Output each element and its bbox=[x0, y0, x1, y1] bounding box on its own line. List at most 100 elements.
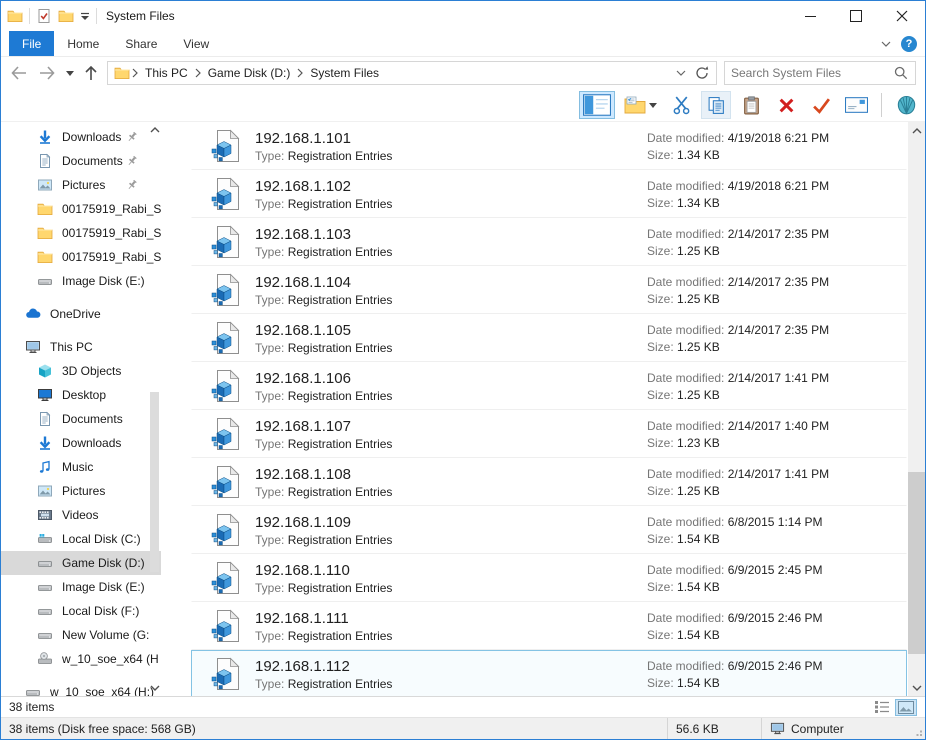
file-row-192-168-1-103[interactable]: 192.168.1.103 Type: Registration Entries… bbox=[191, 218, 907, 266]
close-button[interactable] bbox=[879, 1, 925, 31]
file-row-192-168-1-105[interactable]: 192.168.1.105 Type: Registration Entries… bbox=[191, 314, 907, 362]
back-icon[interactable] bbox=[10, 66, 28, 80]
thumbnails-view-button[interactable] bbox=[895, 699, 917, 716]
pin-icon bbox=[125, 130, 139, 144]
toolbar-separator bbox=[881, 93, 882, 117]
address-dropdown-chevron-icon[interactable] bbox=[676, 70, 686, 76]
forward-icon[interactable] bbox=[38, 66, 56, 80]
help-button[interactable]: ? bbox=[901, 36, 917, 52]
sidebar-item-3d-objects[interactable]: 3D Objects bbox=[1, 359, 161, 383]
sidebar-item-downloads[interactable]: Downloads bbox=[1, 431, 161, 455]
scroll-down-arrow-icon[interactable] bbox=[149, 682, 160, 694]
file-row-192-168-1-108[interactable]: 192.168.1.108 Type: Registration Entries… bbox=[191, 458, 907, 506]
tab-view[interactable]: View bbox=[170, 31, 222, 56]
size-label: Size: bbox=[647, 532, 674, 546]
sidebar-item-videos[interactable]: Videos bbox=[1, 503, 161, 527]
sidebar-item-w-10-soe-x64-h[interactable]: w_10_soe_x64 (H bbox=[1, 647, 161, 671]
tab-file[interactable]: File bbox=[9, 31, 54, 56]
file-row-192-168-1-111[interactable]: 192.168.1.111 Type: Registration Entries… bbox=[191, 602, 907, 650]
tab-share[interactable]: Share bbox=[112, 31, 170, 56]
new-folder-button[interactable] bbox=[620, 91, 661, 119]
customize-qat-caret-icon[interactable] bbox=[80, 12, 90, 21]
date-label: Date modified: bbox=[647, 419, 724, 433]
scroll-up-arrow-icon[interactable] bbox=[149, 124, 160, 136]
dropdown-caret-icon[interactable] bbox=[649, 103, 657, 108]
recent-locations-caret-icon[interactable] bbox=[66, 71, 74, 76]
size-label: Size: bbox=[647, 244, 674, 258]
sidebar-item-pictures[interactable]: Pictures bbox=[1, 173, 161, 197]
address-breadcrumb-bar[interactable]: This PC Game Disk (D:) System Files bbox=[107, 61, 717, 85]
sidebar-item-00175919-rabi-s[interactable]: 00175919_Rabi_S bbox=[1, 245, 161, 269]
sidebar-scrollbar[interactable] bbox=[149, 122, 160, 696]
sidebar-item-documents[interactable]: Documents bbox=[1, 149, 161, 173]
file-date: 2/14/2017 1:41 PM bbox=[728, 371, 829, 385]
file-row-192-168-1-107[interactable]: 192.168.1.107 Type: Registration Entries… bbox=[191, 410, 907, 458]
type-label: Type: bbox=[255, 389, 284, 403]
sidebar-item-pictures[interactable]: Pictures bbox=[1, 479, 161, 503]
check-button[interactable] bbox=[806, 91, 836, 119]
paste-button[interactable] bbox=[736, 91, 766, 119]
file-list: 192.168.1.101 Type: Registration Entries… bbox=[161, 122, 925, 696]
title-bar[interactable]: System Files bbox=[1, 1, 925, 31]
classic-shell-button[interactable] bbox=[891, 91, 921, 119]
sidebar-item-local-disk-c[interactable]: Local Disk (C:) bbox=[1, 527, 161, 551]
details-view-button[interactable] bbox=[871, 699, 893, 716]
copy-button[interactable] bbox=[701, 91, 731, 119]
expand-ribbon-chevron-icon[interactable] bbox=[881, 41, 891, 47]
file-size: 1.25 KB bbox=[677, 484, 720, 498]
sidebar-item-music[interactable]: Music bbox=[1, 455, 161, 479]
navigation-pane-button[interactable] bbox=[579, 91, 615, 119]
sidebar-item-image-disk-e[interactable]: Image Disk (E:) bbox=[1, 269, 161, 293]
new-folder-icon[interactable] bbox=[58, 8, 74, 24]
sidebar-item-w-10-soe-x64-h[interactable]: w_10_soe_x64 (H:) bbox=[1, 680, 161, 696]
cut-button[interactable] bbox=[666, 91, 696, 119]
minimize-button[interactable] bbox=[787, 1, 833, 31]
file-date: 2/14/2017 2:35 PM bbox=[728, 227, 829, 241]
file-row-192-168-1-106[interactable]: 192.168.1.106 Type: Registration Entries… bbox=[191, 362, 907, 410]
sidebar-item-onedrive[interactable]: OneDrive bbox=[1, 302, 161, 326]
properties-check-icon[interactable] bbox=[36, 8, 52, 24]
sidebar-item-local-disk-f[interactable]: Local Disk (F:) bbox=[1, 599, 161, 623]
file-row-192-168-1-110[interactable]: 192.168.1.110 Type: Registration Entries… bbox=[191, 554, 907, 602]
sidebar-scrollbar-thumb[interactable] bbox=[150, 392, 159, 572]
delete-button[interactable] bbox=[771, 91, 801, 119]
search-input[interactable] bbox=[725, 66, 893, 80]
scroll-up-arrow-icon[interactable] bbox=[908, 122, 925, 139]
explorer-window: System Files FileHomeShareView ? This PC… bbox=[0, 0, 926, 740]
breadcrumb-this-pc[interactable]: This PC bbox=[140, 66, 193, 80]
sidebar-item-downloads[interactable]: Downloads bbox=[1, 125, 161, 149]
file-row-192-168-1-102[interactable]: 192.168.1.102 Type: Registration Entries… bbox=[191, 170, 907, 218]
thumbnails-view-icon bbox=[898, 701, 914, 714]
sidebar-item-00175919-rabi-s[interactable]: 00175919_Rabi_S bbox=[1, 221, 161, 245]
email-button[interactable] bbox=[841, 91, 872, 119]
document-icon bbox=[37, 153, 53, 169]
maximize-button[interactable] bbox=[833, 1, 879, 31]
content-scrollbar[interactable] bbox=[908, 122, 925, 696]
sidebar-item-00175919-rabi-s[interactable]: 00175919_Rabi_S bbox=[1, 197, 161, 221]
sidebar-item-new-volume-g[interactable]: New Volume (G: bbox=[1, 623, 161, 647]
file-row-192-168-1-112[interactable]: 192.168.1.112 Type: Registration Entries… bbox=[191, 650, 907, 696]
search-icon[interactable] bbox=[893, 65, 909, 81]
sidebar-item-this-pc[interactable]: This PC bbox=[1, 335, 161, 359]
file-row-192-168-1-104[interactable]: 192.168.1.104 Type: Registration Entries… bbox=[191, 266, 907, 314]
file-type: Registration Entries bbox=[288, 149, 393, 163]
up-icon[interactable] bbox=[84, 65, 98, 81]
file-row-192-168-1-109[interactable]: 192.168.1.109 Type: Registration Entries… bbox=[191, 506, 907, 554]
size-label: Size: bbox=[647, 292, 674, 306]
file-date: 6/9/2015 2:45 PM bbox=[728, 563, 823, 577]
content-scrollbar-thumb[interactable] bbox=[908, 472, 925, 654]
breadcrumb-game-disk-d[interactable]: Game Disk (D:) bbox=[203, 66, 296, 80]
sidebar-item-desktop[interactable]: Desktop bbox=[1, 383, 161, 407]
file-date: 6/9/2015 2:46 PM bbox=[728, 611, 823, 625]
resize-grip[interactable] bbox=[913, 718, 925, 739]
file-row-192-168-1-101[interactable]: 192.168.1.101 Type: Registration Entries… bbox=[191, 122, 907, 170]
type-label: Type: bbox=[255, 485, 284, 499]
tab-home[interactable]: Home bbox=[54, 31, 112, 56]
sidebar-item-game-disk-d[interactable]: Game Disk (D:) bbox=[1, 551, 161, 575]
sidebar-item-documents[interactable]: Documents bbox=[1, 407, 161, 431]
sidebar-item-image-disk-e[interactable]: Image Disk (E:) bbox=[1, 575, 161, 599]
divider bbox=[96, 8, 97, 24]
scroll-down-arrow-icon[interactable] bbox=[908, 679, 925, 696]
refresh-icon[interactable] bbox=[694, 65, 710, 81]
breadcrumb-system-files[interactable]: System Files bbox=[305, 66, 384, 80]
